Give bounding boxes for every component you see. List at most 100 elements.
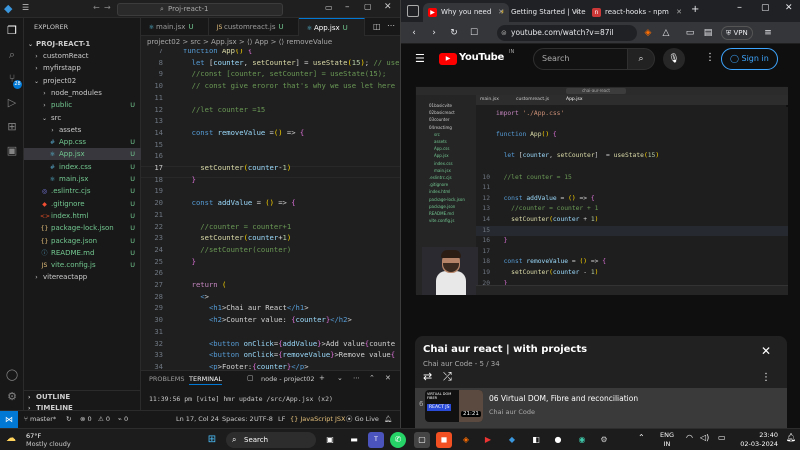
back-arrow-icon[interactable]: ← [93, 3, 100, 12]
extensions-icon[interactable]: ⊞ [5, 120, 19, 134]
video-player[interactable]: chai-aur-react 01basicvite 02basicreact 03… [415, 86, 788, 295]
maximize-panel-icon[interactable]: ⌃ [369, 374, 375, 382]
notifications-bell-icon[interactable]: 🔔︎ [384, 411, 392, 428]
bookmark-icon[interactable]: ☐ [467, 26, 481, 40]
git-branch[interactable]: ⑂ master* [24, 411, 56, 428]
browser-tab-vite[interactable]: ⚡ Getting Started | Vite ✕ [493, 3, 585, 22]
file-tree-item[interactable]: ⚛ main.jsx U [24, 173, 141, 185]
voice-search-button[interactable]: 🎙︎ [663, 48, 685, 70]
forward-arrow-icon[interactable]: › [427, 26, 441, 40]
workspace-root[interactable]: ⌄ PROJ-REACT-1 [24, 38, 141, 50]
menu-icon[interactable]: ☰ [22, 3, 29, 12]
code-line[interactable]: 13 [141, 115, 400, 127]
windows-start-icon[interactable]: ⊞ [204, 432, 220, 448]
minimize-button[interactable]: – [737, 2, 742, 13]
layout-icon[interactable]: ▭ [325, 3, 333, 12]
taskbar-search[interactable]: ⌕ Search [226, 432, 316, 448]
command-center-search[interactable]: ⌕ Proj-react-1 [117, 3, 283, 16]
vscode-taskbar-icon[interactable]: ◆ [504, 432, 520, 448]
file-tree-item[interactable]: ⌄ src [24, 112, 141, 124]
code-line[interactable]: 12 //let counter =15 [141, 104, 400, 116]
terminal-output[interactable]: 11:39:56 pm [vite] hmr update /src/App.j… [149, 395, 333, 403]
minimize-button[interactable]: – [345, 2, 350, 12]
code-editor[interactable]: 7 function App() {8 let [counter, setCoun… [141, 49, 400, 370]
file-tree-item[interactable]: ⓘ README.md U [24, 247, 141, 259]
back-arrow-icon[interactable]: ‹ [407, 26, 421, 40]
app-icon[interactable]: ◧ [528, 432, 544, 448]
app-icon[interactable]: ▢ [414, 432, 430, 448]
file-tree-item[interactable]: ◎ .eslintrc.cjs U [24, 185, 141, 197]
code-line[interactable]: 30 <h2>Counter value: {counter}</h2> [141, 314, 400, 326]
system-clock[interactable]: 23:40 02-03-2024 [738, 431, 778, 449]
forward-arrow-icon[interactable]: → [104, 3, 111, 12]
camera-icon[interactable]: ● [550, 432, 566, 448]
encoding[interactable]: UTF-8 [254, 411, 273, 428]
account-icon[interactable]: ◯ [5, 368, 19, 382]
playlist-item-current[interactable]: 6 VIRTUAL DOM FIBER REACT JS 21:21 06 Vir… [415, 388, 787, 428]
explorer-icon[interactable]: ❐ [5, 24, 19, 38]
code-line[interactable]: 26 [141, 267, 400, 279]
code-line[interactable]: 21 [141, 209, 400, 221]
tab-customreact-js[interactable]: JS customreact.js U [209, 18, 299, 36]
wifi-icon[interactable]: ◠ [686, 433, 693, 442]
task-view-icon[interactable]: ▣ [322, 432, 338, 448]
code-line[interactable]: 29 <h1>Chai aur React</h1> [141, 302, 400, 314]
file-tree-item[interactable]: {} package-lock.json U [24, 222, 141, 234]
maximize-button[interactable]: ▢ [364, 2, 372, 11]
file-tree-item[interactable]: › node_modules [24, 87, 141, 99]
file-tree-item[interactable]: › customReact [24, 50, 141, 62]
reload-icon[interactable]: ↻ [447, 26, 461, 40]
breadcrumb[interactable]: project02 > src > App.jsx > ⟨⟩ App > ⟨⟩ … [141, 36, 400, 49]
more-actions-icon[interactable]: ⋯ [387, 21, 395, 30]
warnings-count[interactable]: ⚠ 0 [98, 411, 110, 428]
vpn-button[interactable]: ⛨ VPN [721, 26, 753, 40]
end-of-line[interactable]: LF [278, 411, 285, 428]
guide-menu-icon[interactable]: ☰ [415, 52, 425, 65]
code-line[interactable]: 9 //const [counter, setCounter] = useSta… [141, 68, 400, 80]
run-debug-icon[interactable]: ▷ [5, 96, 19, 110]
more-actions-icon[interactable]: ⋯ [353, 374, 360, 382]
code-line[interactable]: 17 setCounter(counter-1) [141, 162, 400, 174]
brave-shields-icon[interactable]: ◈ [641, 26, 655, 40]
input-language[interactable]: ENG IN [660, 431, 674, 449]
code-line[interactable]: 10 // const give eroror that's why we us… [141, 80, 400, 92]
wallet-icon[interactable]: ▤ [701, 26, 715, 40]
playlist-title[interactable]: Chai aur react | with projects [423, 344, 587, 355]
battery-icon[interactable]: ▭ [718, 433, 726, 442]
close-panel-icon[interactable]: ✕ [385, 374, 391, 382]
browser-tab-npm[interactable]: n react-hooks - npm ✕ [587, 3, 687, 22]
notifications-bell-icon[interactable]: 🔔︎ [786, 433, 796, 442]
file-tree-item[interactable]: › assets [24, 124, 141, 136]
settings-gear-icon[interactable]: ⚙ [5, 390, 19, 404]
file-tree-item[interactable]: › vitereactapp [24, 271, 141, 283]
terminal-name[interactable]: node - project02 [261, 375, 315, 383]
cursor-position[interactable]: Ln 17, Col 24 [176, 411, 219, 428]
add-terminal-icon[interactable]: + [319, 374, 325, 382]
code-line[interactable]: 23 setCounter(counter+1) [141, 232, 400, 244]
file-tree-item[interactable]: # index.css U [24, 161, 141, 173]
outline-section[interactable]: › OUTLINE [24, 390, 141, 402]
more-options-icon[interactable]: ⋮ [705, 52, 715, 63]
ports-count[interactable]: ⌁ 0 [118, 411, 128, 428]
code-line[interactable]: 25 } [141, 256, 400, 268]
sign-in-button[interactable]: ◯ Sign in [721, 48, 778, 70]
remote-indicator-icon[interactable]: ⋈ [0, 411, 18, 428]
new-tab-button[interactable]: + [691, 4, 699, 15]
code-line[interactable]: 34 <p>Footer:{counter}</p> [141, 361, 400, 370]
code-line[interactable]: 14 const removeValue =() => { [141, 127, 400, 139]
code-line[interactable]: 15 [141, 139, 400, 151]
video-thumbnail[interactable]: VIRTUAL DOM FIBER REACT JS 21:21 [425, 390, 483, 422]
more-options-icon[interactable]: ⋮ [761, 372, 771, 383]
file-tree-item[interactable]: ⌄ project02 [24, 75, 141, 87]
file-tree-item[interactable]: <>index.html U [24, 210, 141, 222]
youtube-search-button[interactable]: ⌕ [627, 48, 655, 70]
language-mode[interactable]: {} JavaScript JSX [290, 411, 345, 428]
tab-actions-icon[interactable] [407, 5, 419, 17]
menu-icon[interactable]: ≡ [761, 26, 775, 40]
code-line[interactable]: 28 <> [141, 291, 400, 303]
chevron-up-icon[interactable]: ⌃ [638, 433, 645, 442]
code-line[interactable]: 8 let [counter, setCounter] = useState(1… [141, 57, 400, 69]
file-tree-item[interactable]: {} package.json U [24, 235, 141, 247]
file-tree-item[interactable]: ⚛ App.jsx U [24, 148, 141, 161]
media-player-icon[interactable]: ▶ [480, 432, 496, 448]
